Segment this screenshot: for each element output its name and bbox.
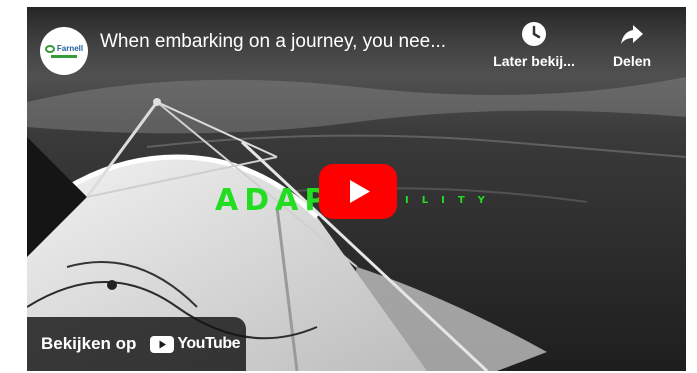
video-player[interactable]: Farnell When embarking on a journey, you… [27,7,686,371]
youtube-logo: YouTube [150,335,240,353]
channel-logo-icon [44,44,55,53]
channel-logo-bar [51,55,77,58]
channel-avatar[interactable]: Farnell [40,27,88,75]
overlay-text-right: ILITY [405,195,498,206]
video-title[interactable]: When embarking on a journey, you nee... [100,31,490,53]
watch-later-label: Later bekij... [493,53,575,69]
clock-icon [522,22,546,46]
watch-later-button[interactable]: Later bekij... [479,21,589,69]
watch-on-label: Bekijken op [41,334,137,353]
share-button[interactable]: Delen [595,21,669,69]
watch-on-youtube-button[interactable]: Bekijken op YouTube [27,317,246,371]
youtube-logo-icon [150,335,175,353]
overlay-text-left: ADAP [215,183,333,218]
play-button[interactable] [319,164,397,219]
channel-logo-text: Farnell [56,44,84,53]
share-arrow-icon [621,25,643,44]
youtube-wordmark: YouTube [177,335,240,352]
share-label: Delen [612,53,652,69]
